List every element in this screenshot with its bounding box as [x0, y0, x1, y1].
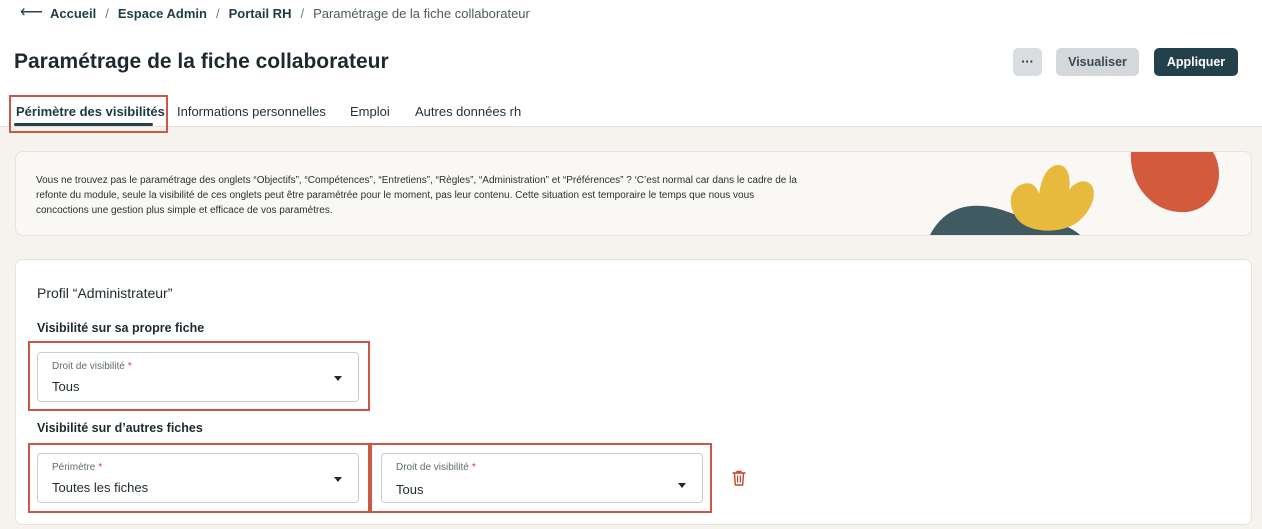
breadcrumb-item-accueil[interactable]: Accueil — [50, 6, 96, 21]
visualiser-button[interactable]: Visualiser — [1056, 48, 1139, 76]
field-value: Tous — [396, 482, 424, 497]
breadcrumb-separator: / — [215, 5, 220, 21]
breadcrumb-item-portail-rh[interactable]: Portail RH — [229, 6, 292, 21]
profile-card: Profil “Administrateur” Visibilité sur s… — [15, 259, 1252, 525]
appliquer-button[interactable]: Appliquer — [1154, 48, 1238, 76]
breadcrumb-separator: / — [105, 5, 109, 21]
profile-title: Profil “Administrateur” — [37, 285, 173, 301]
page-title: Paramétrage de la fiche collaborateur — [14, 50, 389, 73]
caret-down-icon — [678, 483, 686, 488]
tab-emploi[interactable]: Emploi — [350, 104, 390, 119]
tab-perimetre-visibilites[interactable]: Périmètre des visibilités — [16, 104, 165, 119]
arrow-left-icon[interactable]: ⟵ — [20, 5, 43, 21]
field-label: Droit de visibilité * — [396, 462, 476, 473]
field-label: Droit de visibilité * — [52, 361, 132, 372]
more-actions-button[interactable]: ··· — [1013, 48, 1042, 76]
page-header: ⟵ Accueil / Espace Admin / Portail RH / … — [0, 0, 1262, 133]
decorative-illustration — [930, 152, 1219, 235]
field-value: Toutes les fiches — [52, 480, 149, 495]
breadcrumb-separator: / — [300, 5, 305, 21]
breadcrumb-item-espace-admin[interactable]: Espace Admin — [118, 6, 207, 21]
breadcrumb: ⟵ Accueil / Espace Admin / Portail RH / … — [20, 5, 530, 21]
info-line: concoctions une gestion plus simple et e… — [36, 205, 333, 216]
active-tab-indicator — [14, 123, 153, 126]
field-label: Périmètre * — [52, 462, 103, 473]
field-value: Tous — [52, 379, 80, 394]
tab-informations-personnelles[interactable]: Informations personnelles — [177, 104, 326, 119]
red-blob — [1130, 152, 1219, 213]
info-line: Vous ne trouvez pas le paramétrage des o… — [36, 175, 797, 186]
others-visibility-label: Visibilité sur d’autres fiches — [37, 421, 203, 435]
own-visibility-label: Visibilité sur sa propre fiche — [37, 321, 205, 335]
info-banner: Vous ne trouvez pas le paramétrage des o… — [15, 151, 1252, 236]
yellow-blob — [1010, 164, 1094, 231]
others-visibility-select[interactable]: Droit de visibilité * Tous — [381, 453, 703, 503]
breadcrumb-current: Paramétrage de la fiche collaborateur — [313, 5, 530, 21]
trash-icon[interactable] — [731, 469, 747, 487]
tab-bar: Périmètre des visibilités Informations p… — [0, 95, 700, 133]
caret-down-icon — [334, 376, 342, 381]
own-visibility-select[interactable]: Droit de visibilité * Tous — [37, 352, 359, 402]
caret-down-icon — [334, 477, 342, 482]
perimetre-select[interactable]: Périmètre * Toutes les fiches — [37, 453, 359, 503]
tab-autres-donnees-rh[interactable]: Autres données rh — [415, 104, 521, 119]
info-message: Vous ne trouvez pas le paramétrage des o… — [36, 173, 866, 218]
info-line: refonte du module, seule la visibilité d… — [36, 190, 755, 201]
